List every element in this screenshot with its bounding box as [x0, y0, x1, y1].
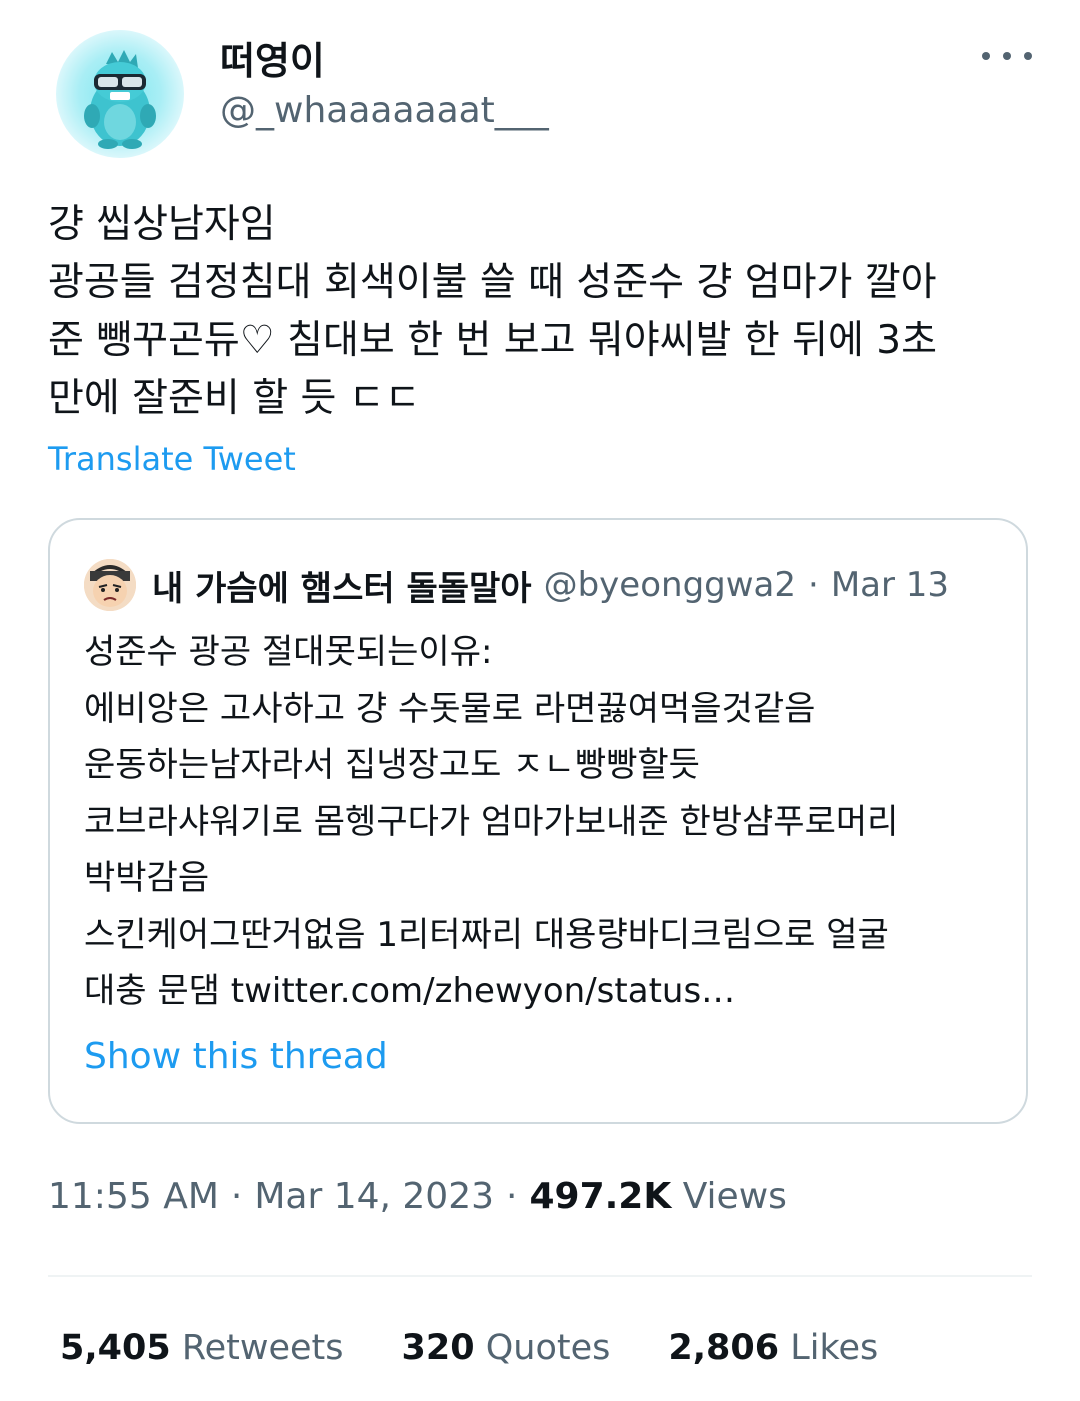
quotes-label: Quotes — [485, 1328, 611, 1368]
likes-count: 2,806 — [668, 1328, 780, 1368]
more-horizontal-icon[interactable] — [982, 38, 1032, 74]
show-thread-link[interactable]: Show this thread — [84, 1036, 388, 1077]
tweet-date[interactable]: Mar 14, 2023 — [254, 1176, 494, 1217]
author-avatar[interactable] — [56, 30, 184, 158]
quoted-separator: · — [808, 565, 819, 605]
cartoon-face-avatar-icon — [84, 559, 136, 611]
more-dot — [982, 52, 990, 60]
tweet-text: 걍 씹상남자임 광공들 검정침대 회색이불 쓸 때 성준수 걍 엄마가 깔아 준… — [48, 202, 937, 421]
more-dot — [1024, 52, 1032, 60]
views-count: 497.2K — [529, 1176, 672, 1217]
likes-label: Likes — [790, 1328, 879, 1368]
more-dot — [1003, 52, 1011, 60]
quoted-tweet-card[interactable]: 내 가슴에 햄스터 돌돌말아 @byeonggwa2 · Mar 13 성준수 … — [48, 518, 1028, 1124]
author-handle[interactable]: @_whaaaaaaat___ — [220, 90, 549, 131]
tweet-header: 떠영이 @_whaaaaaaat___ — [0, 0, 1080, 170]
quoted-author-handle: @byeonggwa2 — [543, 565, 797, 605]
quoted-tweet-date: Mar 13 — [830, 565, 950, 605]
tweet-meta: 11:55 AM · Mar 14, 2023 · 497.2K Views — [48, 1176, 787, 1217]
retweets-stat[interactable]: 5,405 Retweets — [60, 1328, 344, 1368]
divider — [48, 1275, 1032, 1277]
tweet-time[interactable]: 11:55 AM — [48, 1176, 219, 1217]
engagement-stats: 5,405 Retweets 320 Quotes 2,806 Likes — [60, 1328, 936, 1368]
meta-separator: · — [506, 1176, 518, 1217]
translate-tweet-link[interactable]: Translate Tweet — [48, 440, 296, 478]
views-label: Views — [682, 1176, 787, 1217]
likes-stat[interactable]: 2,806 Likes — [668, 1328, 878, 1368]
blue-monster-avatar-icon — [84, 50, 156, 149]
quoted-author-avatar — [84, 559, 136, 611]
quoted-tweet-text: 성준수 광공 절대못되는이유: 에비앙은 고사하고 걍 수돗물로 라면끓여먹을것… — [84, 632, 899, 1011]
author-display-name[interactable]: 떠영이 — [220, 30, 325, 85]
quotes-count: 320 — [401, 1328, 475, 1368]
quoted-tweet-header: 내 가슴에 햄스터 돌돌말아 @byeonggwa2 · Mar 13 — [84, 559, 950, 611]
retweets-count: 5,405 — [60, 1328, 171, 1368]
retweets-label: Retweets — [181, 1328, 344, 1368]
meta-separator: · — [230, 1176, 243, 1217]
quotes-stat[interactable]: 320 Quotes — [402, 1328, 611, 1368]
quoted-author-display-name: 내 가슴에 햄스터 돌돌말아 — [152, 568, 532, 609]
